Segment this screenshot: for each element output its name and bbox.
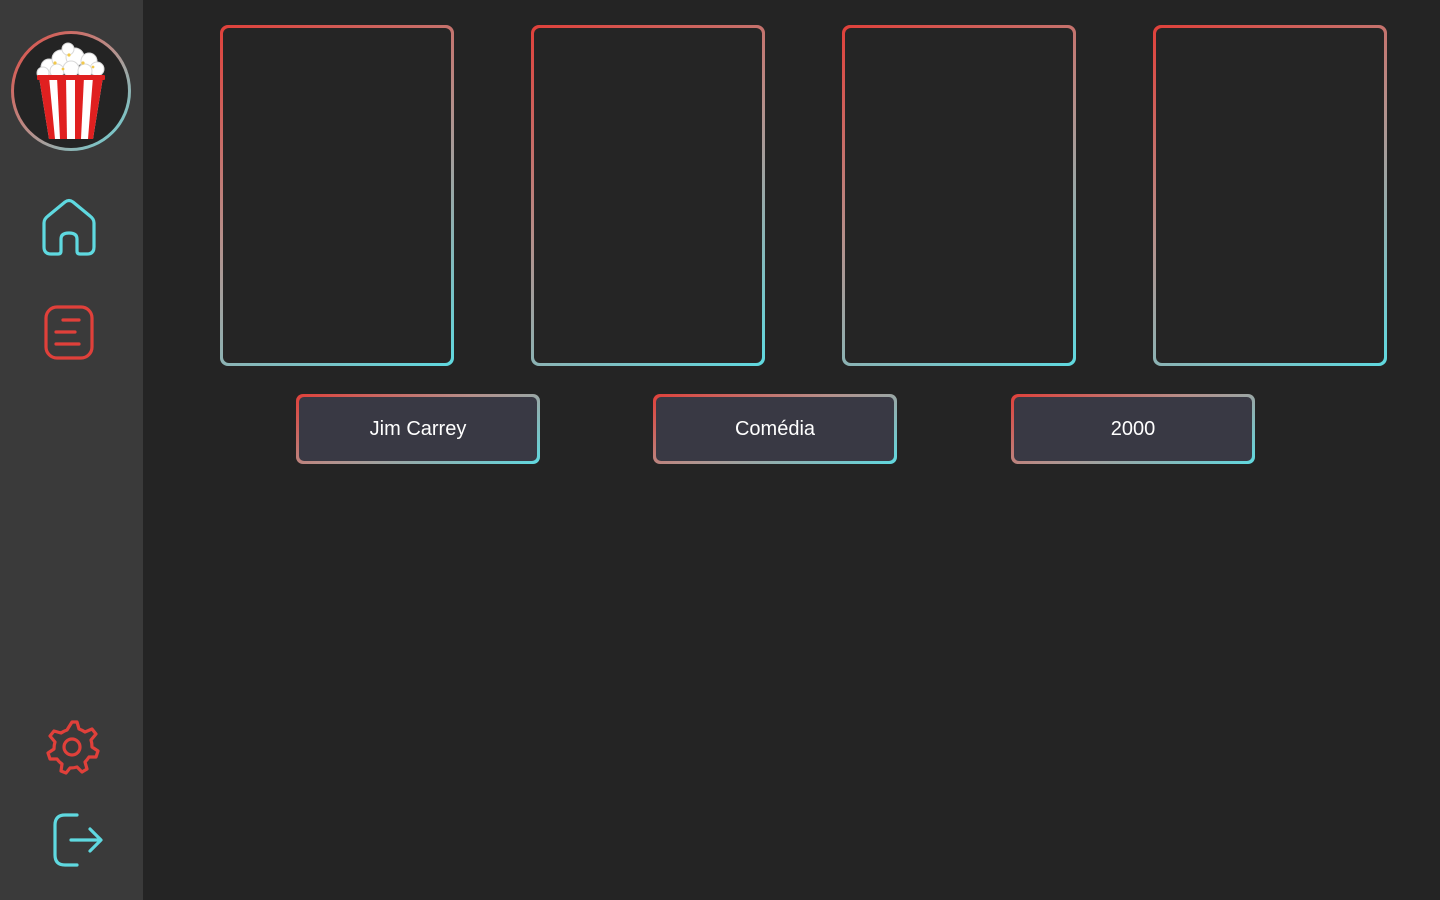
filter-actor-label: Jim Carrey	[299, 397, 537, 461]
filter-year-label: 2000	[1014, 397, 1252, 461]
filter-genre-label: Comédia	[656, 397, 894, 461]
poster-placeholder	[223, 28, 451, 363]
logo-inner	[14, 34, 128, 148]
filter-genre-button[interactable]: Comédia	[653, 394, 897, 464]
app-root: Jim Carrey Comédia 2000	[0, 0, 1440, 900]
poster-placeholder	[534, 28, 762, 363]
main-content: Jim Carrey Comédia 2000	[143, 0, 1440, 900]
list-icon[interactable]	[43, 305, 95, 361]
popcorn-logo[interactable]	[11, 31, 131, 151]
home-icon[interactable]	[40, 197, 98, 257]
movie-poster-card-2[interactable]	[531, 25, 765, 366]
filter-year-button[interactable]: 2000	[1011, 394, 1255, 464]
logout-icon[interactable]	[51, 811, 105, 869]
gear-icon[interactable]	[44, 718, 100, 776]
filter-actor-button[interactable]: Jim Carrey	[296, 394, 540, 464]
sidebar	[0, 0, 143, 900]
popcorn-icon	[36, 42, 105, 139]
poster-placeholder	[1156, 28, 1384, 363]
movie-poster-card-4[interactable]	[1153, 25, 1387, 366]
poster-placeholder	[845, 28, 1073, 363]
movie-poster-card-1[interactable]	[220, 25, 454, 366]
movie-poster-card-3[interactable]	[842, 25, 1076, 366]
